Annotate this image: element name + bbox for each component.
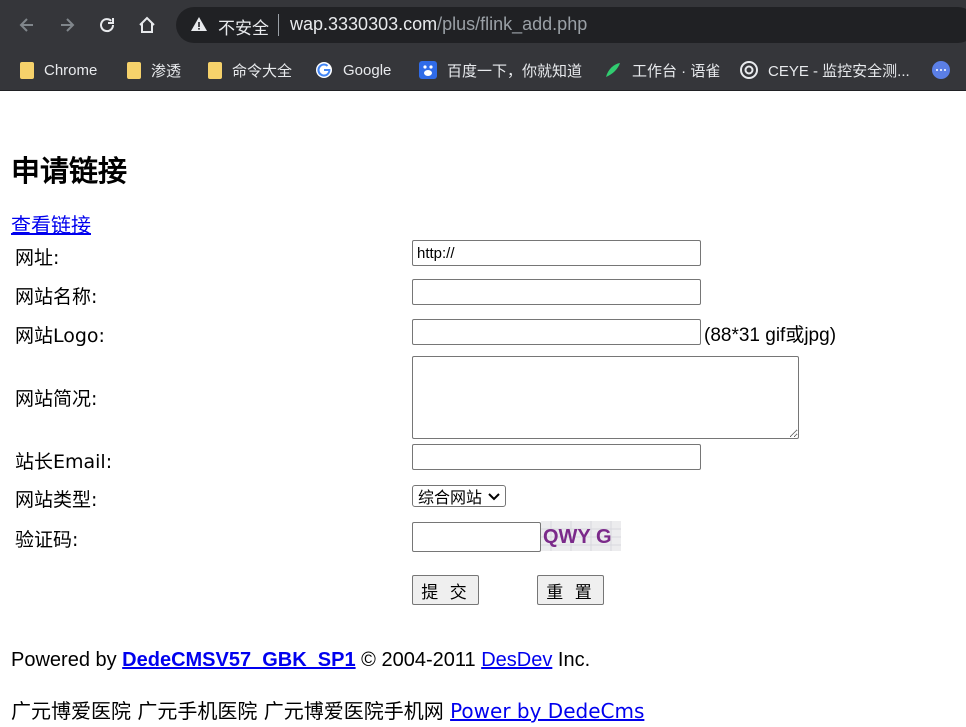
- page-content: 申请链接 查看链接 网址: 网站名称: 网站Logo: (88*31 gif或j…: [0, 91, 966, 727]
- reload-icon: [100, 18, 115, 33]
- home-icon: [139, 16, 155, 33]
- captcha-input[interactable]: [412, 522, 541, 552]
- url-host: wap.3330303.com: [290, 14, 438, 34]
- bookmarks-bar: Chrome 渗透 命令大全 Google 百度一下，你就知道 工作台 · 语雀…: [0, 50, 966, 91]
- bookmark-yuque[interactable]: 工作台 · 语雀: [604, 57, 720, 83]
- url-input[interactable]: [412, 240, 701, 266]
- url-text[interactable]: wap.3330303.com/plus/flink_add.php: [290, 14, 587, 35]
- arrow-right-icon: [61, 18, 75, 32]
- site-name-label: 网站名称:: [15, 286, 98, 308]
- submit-button[interactable]: 提 交: [412, 575, 479, 605]
- captcha-graphic: QWY G: [541, 521, 621, 551]
- site-type-selected: 综合网站: [418, 488, 483, 507]
- captcha-image[interactable]: QWY G: [541, 521, 621, 551]
- chevron-down-icon: [488, 493, 500, 501]
- bookmark-more[interactable]: [932, 57, 960, 83]
- email-label: 站长Email:: [15, 451, 113, 473]
- bookmark-label: 工作台 · 语雀: [632, 62, 721, 80]
- url-path: /plus/flink_add.php: [437, 14, 588, 34]
- bookmark-google[interactable]: Google: [315, 57, 391, 83]
- dedecms-version-link[interactable]: DedeCMSV57_GBK_SP1: [122, 649, 355, 671]
- bookmark-ceye[interactable]: CEYE - 监控安全测...: [740, 57, 910, 83]
- browser-toolbar: 不安全 wap.3330303.com/plus/flink_add.php: [0, 0, 966, 50]
- bookmark-label: Google: [343, 61, 392, 79]
- footer-hospital-names: 广元博爱医院 广元手机医院 广元博爱医院手机网: [11, 699, 451, 723]
- footer-powered: Powered by DedeCMSV57_GBK_SP1 © 2004-201…: [11, 649, 590, 672]
- reset-button[interactable]: 重 置: [537, 575, 604, 605]
- logo-hint: (88*31 gif或jpg): [704, 325, 837, 346]
- bookmark-shentou[interactable]: 渗透: [127, 57, 181, 83]
- warning-icon[interactable]: [190, 15, 208, 33]
- site-name-input[interactable]: [412, 279, 701, 305]
- ceye-icon: [740, 61, 758, 79]
- dedecms-power-link[interactable]: Power by DedeCms: [450, 699, 644, 723]
- url-label: 网址:: [15, 247, 60, 269]
- footer-copyright: © 2004-2011: [355, 649, 482, 671]
- description-label: 网站简况:: [15, 388, 98, 410]
- apps-icon: [932, 61, 950, 79]
- email-input[interactable]: [412, 444, 701, 470]
- baidu-icon: [419, 61, 437, 79]
- type-label: 网站类型:: [15, 489, 98, 511]
- yuque-icon: [606, 63, 620, 77]
- forward-button[interactable]: [54, 12, 80, 38]
- insecure-label[interactable]: 不安全: [218, 14, 269, 39]
- folder-icon: [208, 61, 222, 79]
- bookmark-label: 命令大全: [232, 62, 293, 80]
- captcha-text: QWY G: [543, 526, 612, 548]
- footer-inc: Inc.: [552, 649, 591, 671]
- bookmark-label: CEYE - 监控安全测...: [768, 62, 910, 80]
- google-icon: [316, 62, 332, 78]
- bookmark-label: 百度一下，你就知道: [447, 62, 583, 80]
- footer-powered-prefix: Powered by: [11, 649, 123, 671]
- bookmark-commands[interactable]: 命令大全: [208, 57, 292, 83]
- bookmark-chrome[interactable]: Chrome: [20, 57, 97, 83]
- logo-input[interactable]: [412, 319, 701, 345]
- back-button[interactable]: [14, 12, 40, 38]
- home-button[interactable]: [134, 12, 160, 38]
- captcha-label: 验证码:: [15, 529, 79, 551]
- desdev-link[interactable]: DesDev: [481, 649, 552, 671]
- logo-label: 网站Logo:: [15, 325, 105, 347]
- page-title: 申请链接: [11, 154, 128, 188]
- description-textarea[interactable]: [412, 356, 799, 439]
- bookmark-label: 渗透: [151, 62, 182, 80]
- footer-hospitals: 广元博爱医院 广元手机医院 广元博爱医院手机网 Power by DedeCms: [11, 695, 644, 724]
- bookmark-label: Chrome: [44, 61, 98, 79]
- view-links-link[interactable]: 查看链接: [11, 209, 91, 238]
- folder-icon: [20, 61, 34, 79]
- bookmark-baidu[interactable]: 百度一下，你就知道: [419, 57, 582, 83]
- site-type-select[interactable]: 综合网站: [412, 485, 506, 507]
- reload-button[interactable]: [94, 12, 120, 38]
- folder-icon: [127, 61, 141, 79]
- arrow-left-icon: [19, 18, 33, 32]
- address-separator: [278, 14, 279, 36]
